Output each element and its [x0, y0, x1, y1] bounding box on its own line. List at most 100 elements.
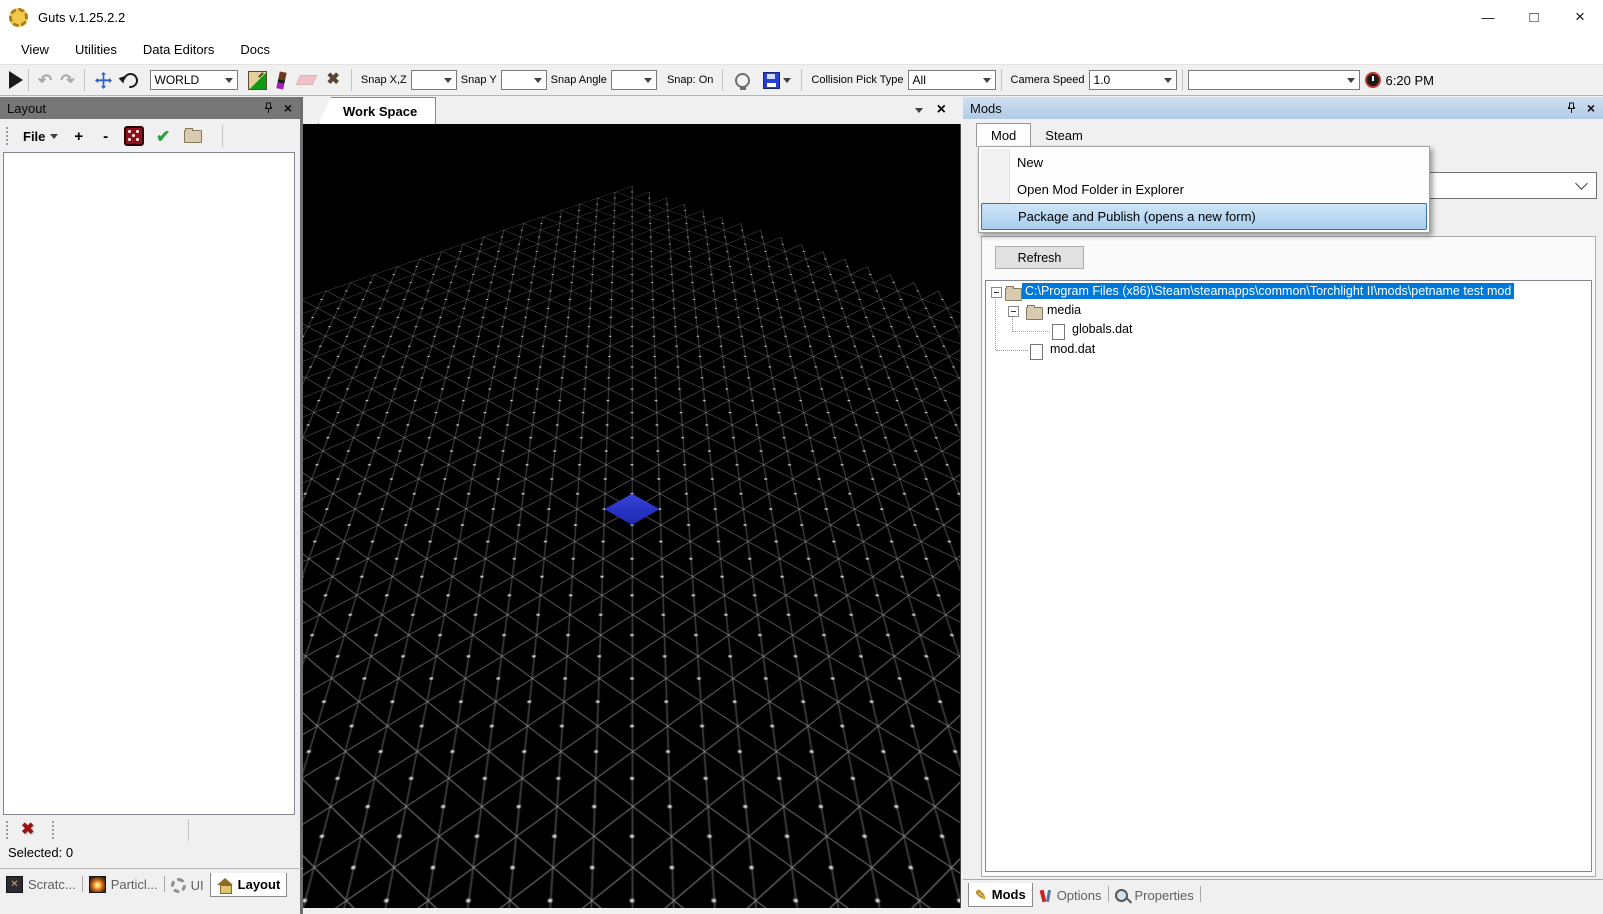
mod-files-tree[interactable]: C:\Program Files (x86)\Steam\steamapps\c…: [985, 280, 1592, 872]
file-icon: [1030, 344, 1043, 360]
toolbar-separator: [188, 819, 189, 841]
toolbar-separator: [1182, 69, 1183, 91]
maximize-button[interactable]: □: [1511, 0, 1557, 34]
close-panel-icon[interactable]: ×: [1587, 101, 1595, 115]
dice-icon[interactable]: [124, 126, 144, 146]
snap-y-select[interactable]: [501, 70, 547, 90]
menu-item-label: Package and Publish (opens a new form): [1018, 209, 1256, 224]
menu-data-editors[interactable]: Data Editors: [130, 38, 228, 61]
snap-y-label: Snap Y: [461, 74, 497, 86]
dropdown-arrow-icon: [534, 78, 542, 83]
snap-xz-label: Snap X,Z: [361, 74, 407, 86]
menu-mod[interactable]: Mod: [976, 123, 1031, 147]
tab-properties[interactable]: Properties: [1109, 884, 1200, 907]
workspace-dropdown-arrow-icon[interactable]: [915, 108, 923, 113]
scratchpad-icon: ✕: [6, 876, 23, 893]
delete-red-x-icon[interactable]: ✖: [21, 822, 34, 838]
tab-label: Mods: [992, 887, 1026, 902]
tab-ui[interactable]: UI: [165, 874, 210, 897]
terrain-grid: [303, 186, 961, 908]
tab-layout[interactable]: Layout: [210, 873, 288, 897]
toolbar-separator: [801, 69, 802, 91]
close-panel-icon[interactable]: ×: [284, 101, 292, 115]
delete-tool-icon[interactable]: ✖: [327, 72, 340, 88]
menu-item-open-mod-folder[interactable]: Open Mod Folder in Explorer: [981, 176, 1427, 203]
collision-pick-type-label: Collision Pick Type: [811, 74, 903, 86]
main-toolbar: ↶ ↷ WORLD ✖ Snap X,Z Snap Y Snap Angle S…: [0, 64, 1603, 96]
title-bar: Guts v.1.25.2.2 — □ ×: [0, 0, 1603, 34]
toolbar-grip[interactable]: [6, 127, 11, 145]
rotate-tool-icon[interactable]: [120, 70, 141, 91]
eraser-icon[interactable]: [295, 75, 317, 85]
workspace-close-icon[interactable]: ×: [937, 102, 946, 118]
redo-icon[interactable]: ↷: [60, 72, 74, 89]
collapse-icon[interactable]: [1008, 306, 1019, 317]
snap-angle-label: Snap Angle: [551, 74, 607, 86]
tab-separator: [1200, 886, 1201, 902]
remove-button[interactable]: -: [93, 128, 118, 145]
refresh-button[interactable]: Refresh: [995, 246, 1084, 269]
minimize-button[interactable]: —: [1465, 0, 1511, 34]
tab-scratchpad[interactable]: ✕ Scratc...: [0, 872, 82, 897]
tab-work-space[interactable]: Work Space: [318, 97, 436, 124]
tab-label: Options: [1057, 888, 1102, 903]
toolbar-grip[interactable]: [52, 821, 57, 839]
checkmark-icon[interactable]: ✔: [156, 128, 170, 145]
toolbar-separator: [722, 69, 723, 91]
dropdown-arrow-icon: [225, 78, 233, 83]
tab-label: Scratc...: [28, 877, 76, 892]
window-title: Guts v.1.25.2.2: [38, 10, 125, 25]
file-menu-button[interactable]: File: [17, 127, 64, 146]
tab-mods[interactable]: ✎ Mods: [968, 883, 1033, 907]
time-of-day-select[interactable]: [1188, 70, 1360, 90]
world-select-value: WORLD: [155, 73, 200, 87]
toolbar-separator: [222, 125, 223, 147]
undo-icon[interactable]: ↶: [38, 72, 52, 89]
save-dropdown-arrow-icon[interactable]: [783, 78, 791, 83]
workspace-tabstrip: Work Space ×: [303, 97, 960, 124]
move-tool-icon[interactable]: [95, 72, 112, 89]
collapse-icon[interactable]: [991, 287, 1002, 298]
menu-item-new[interactable]: New: [981, 149, 1427, 176]
file-icon: [1052, 324, 1065, 340]
file-menu-label: File: [23, 129, 45, 144]
pin-icon[interactable]: [263, 102, 274, 114]
gear-icon: [171, 878, 186, 893]
layout-list-box[interactable]: [3, 152, 295, 815]
collision-pick-type-select[interactable]: All: [908, 70, 996, 90]
menu-docs[interactable]: Docs: [227, 38, 283, 61]
terrain-paint-icon[interactable]: [248, 71, 267, 90]
folder-icon[interactable]: [184, 130, 202, 143]
snap-status-label[interactable]: Snap: On: [667, 74, 713, 86]
world-select[interactable]: WORLD: [150, 70, 238, 90]
folder-icon: [1005, 288, 1022, 301]
tab-options[interactable]: Options: [1033, 884, 1108, 907]
snap-xz-select[interactable]: [411, 70, 457, 90]
menu-item-package-and-publish[interactable]: Package and Publish (opens a new form): [981, 203, 1427, 230]
brush-icon[interactable]: [276, 71, 286, 89]
pin-icon[interactable]: [1566, 102, 1577, 114]
play-icon[interactable]: [9, 71, 23, 89]
light-bulb-icon[interactable]: [735, 73, 750, 88]
dropdown-arrow-icon: [983, 78, 991, 83]
tree-item-mod-root[interactable]: C:\Program Files (x86)\Steam\steamapps\c…: [1022, 283, 1514, 299]
tree-item-media[interactable]: media: [1047, 303, 1081, 317]
save-icon[interactable]: [763, 72, 780, 89]
snap-angle-select[interactable]: [611, 70, 657, 90]
tree-item-mod-dat[interactable]: mod.dat: [1050, 342, 1095, 356]
menu-view[interactable]: View: [8, 38, 62, 61]
workspace-3d-viewport[interactable]: [303, 124, 961, 908]
add-button[interactable]: +: [64, 128, 93, 145]
menu-utilities[interactable]: Utilities: [62, 38, 130, 61]
toolbar-grip[interactable]: [6, 821, 11, 839]
menu-steam[interactable]: Steam: [1031, 124, 1097, 147]
toolbar-separator: [84, 69, 85, 91]
tree-item-globals[interactable]: globals.dat: [1072, 322, 1132, 336]
chevron-down-icon: [1575, 177, 1588, 190]
pencil-icon: ✎: [975, 888, 987, 902]
camera-speed-select[interactable]: 1.0: [1089, 70, 1177, 90]
close-button[interactable]: ×: [1557, 0, 1603, 34]
camera-speed-value: 1.0: [1094, 73, 1111, 87]
tab-particles[interactable]: Particl...: [83, 872, 164, 897]
tab-label: Particl...: [111, 877, 158, 892]
